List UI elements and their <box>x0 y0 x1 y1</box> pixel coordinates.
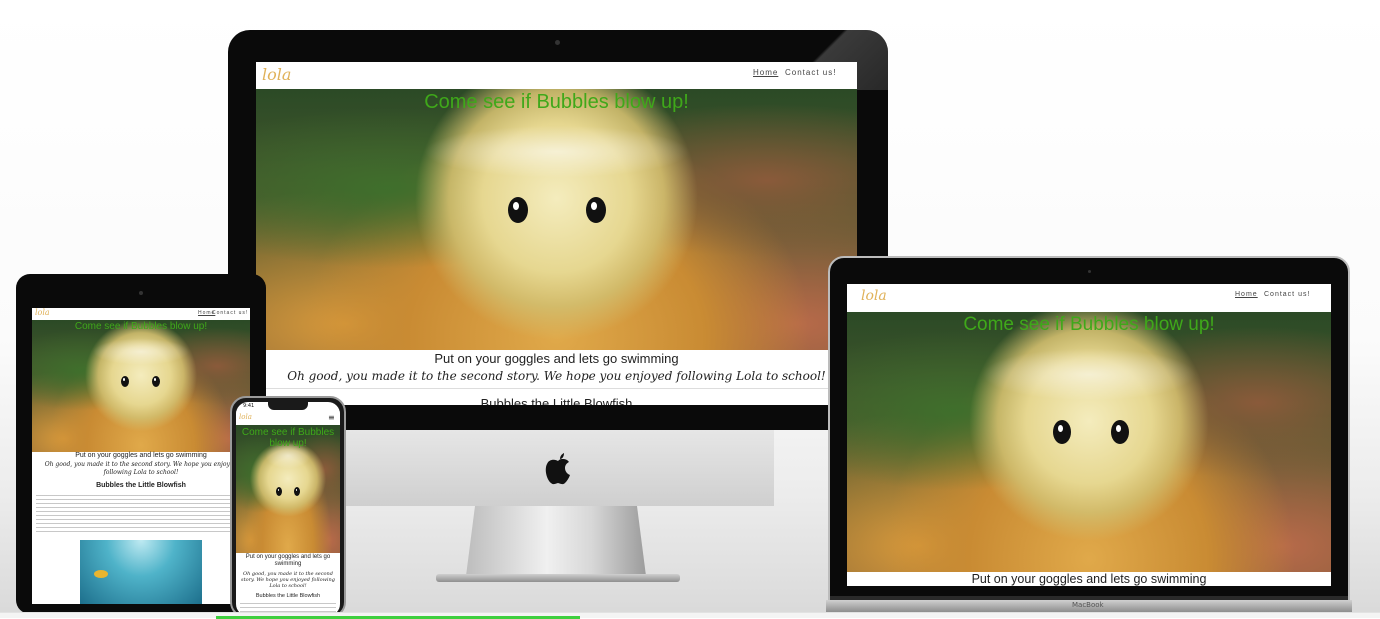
tablet-fish-eye-left <box>121 376 129 387</box>
phone-subtitle: Put on your goggles and lets go swimming <box>245 554 331 567</box>
tablet-story-title: Bubbles the Little Blowfish <box>96 482 186 489</box>
phone-fish-eye-right <box>294 487 300 496</box>
imac-hero-title: Come see if Bubbles blow up! <box>424 91 689 113</box>
imac-chin <box>256 405 857 430</box>
tablet-hero-image <box>32 320 250 452</box>
phone-status-time: 9:41 <box>243 403 255 409</box>
laptop-nav-contact[interactable]: Contact us! <box>1264 291 1310 298</box>
imac-stand-base <box>436 574 680 582</box>
phone-story-title: Bubbles the Little Blowfish <box>255 593 321 599</box>
phone-fish-eye-left <box>276 487 282 496</box>
fish-small-icon <box>94 570 108 578</box>
tablet-story-body <box>36 495 246 533</box>
phone-navbar: lola ≡ <box>236 411 340 425</box>
laptop-logo[interactable]: lola <box>861 288 887 304</box>
laptop-fish-eye-left <box>1053 420 1071 444</box>
tablet-device: lola Home Contact us! Come see if Bubble… <box>16 274 266 614</box>
imac-stand <box>466 506 646 576</box>
laptop-subtitle: Put on your goggles and lets go swimming <box>971 572 1207 586</box>
laptop-device: lola Home Contact us! Come see if Bubble… <box>828 256 1350 608</box>
laptop-brand-label: MacBook <box>1072 601 1104 609</box>
page-progress-track <box>0 612 1380 619</box>
laptop-nav-home[interactable]: Home <box>1235 291 1258 298</box>
imac-navbar: lola Home Contact us! <box>256 62 857 89</box>
tablet-underwater-image <box>80 540 202 604</box>
imac-story-title: Bubbles the Little Blowfish <box>480 396 633 405</box>
fish-eye-left <box>508 197 528 223</box>
phone-logo[interactable]: lola <box>239 413 252 421</box>
imac-nav-contact[interactable]: Contact us! <box>785 68 836 77</box>
phone-notch <box>268 402 308 410</box>
imac-screen: lola Home Contact us! Come see if Bubble… <box>256 62 857 405</box>
imac-camera <box>555 40 560 45</box>
imac-logo[interactable]: lola <box>262 65 291 84</box>
laptop-fish-eye-right <box>1111 420 1129 444</box>
tablet-fish-eye-right <box>152 376 160 387</box>
tablet-camera <box>139 291 143 295</box>
imac-hero-image <box>256 89 857 350</box>
tablet-screen: lola Home Contact us! Come see if Bubble… <box>32 308 250 604</box>
phone-screen: 9:41 lola ≡ Come see if Bubbles blow up!… <box>236 402 340 616</box>
laptop-hero-title: Come see if Bubbles blow up! <box>963 314 1215 335</box>
laptop-screen: lola Home Contact us! Come see if Bubble… <box>847 284 1331 586</box>
imac-subtitle: Put on your goggles and lets go swimming <box>434 351 679 366</box>
laptop-navbar: lola Home Contact us! <box>847 284 1331 312</box>
fish-eye-right <box>586 197 606 223</box>
imac-nav-home[interactable]: Home <box>753 68 778 77</box>
laptop-camera <box>1088 270 1091 273</box>
tablet-intro-text: Oh good, you made it to the second story… <box>44 461 238 476</box>
hamburger-menu-icon[interactable]: ≡ <box>328 414 335 422</box>
phone-intro-text: Oh good, you made it to the second story… <box>241 571 335 589</box>
tablet-subtitle: Put on your goggles and lets go swimming <box>75 452 207 459</box>
laptop-hero-image <box>847 312 1331 572</box>
phone-device: 9:41 lola ≡ Come see if Bubbles blow up!… <box>230 396 346 618</box>
tablet-navbar: lola Home Contact us! <box>32 308 250 320</box>
imac-device: lola Home Contact us! Come see if Bubble… <box>228 30 888 430</box>
tablet-hero-title: Come see if Bubbles blow up! <box>74 321 208 332</box>
tablet-nav-contact[interactable]: Contact us! <box>212 310 248 316</box>
apple-logo-icon <box>542 450 574 486</box>
imac-intro-text: Oh good, you made it to the second story… <box>287 369 826 383</box>
tablet-logo[interactable]: lola <box>35 308 50 317</box>
phone-hero-title: Come see if Bubbles blow up! <box>241 427 335 449</box>
imac-divider <box>256 388 857 389</box>
